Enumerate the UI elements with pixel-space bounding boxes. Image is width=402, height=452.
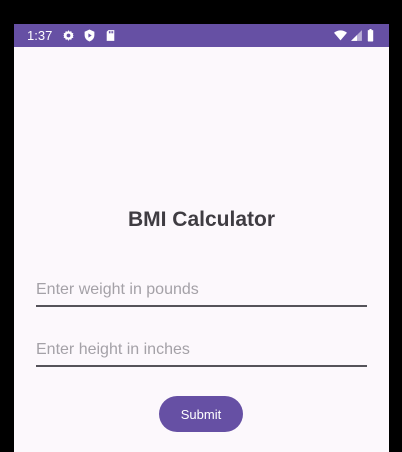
height-input[interactable] [36, 335, 367, 365]
gear-icon [62, 29, 75, 42]
weight-field[interactable] [36, 271, 367, 307]
weight-input[interactable] [36, 275, 367, 305]
height-field[interactable] [36, 331, 367, 367]
app-screen: 1:37 BMI Calculator Submit [14, 24, 389, 452]
sd-card-icon [104, 29, 117, 42]
page-title: BMI Calculator [127, 208, 276, 231]
status-time: 1:37 [27, 28, 53, 43]
submit-button[interactable]: Submit [159, 396, 243, 432]
status-bar: 1:37 [14, 24, 389, 47]
shield-play-icon [83, 29, 96, 42]
battery-icon [366, 29, 375, 42]
signal-icon [350, 29, 363, 42]
wifi-icon [334, 29, 347, 42]
